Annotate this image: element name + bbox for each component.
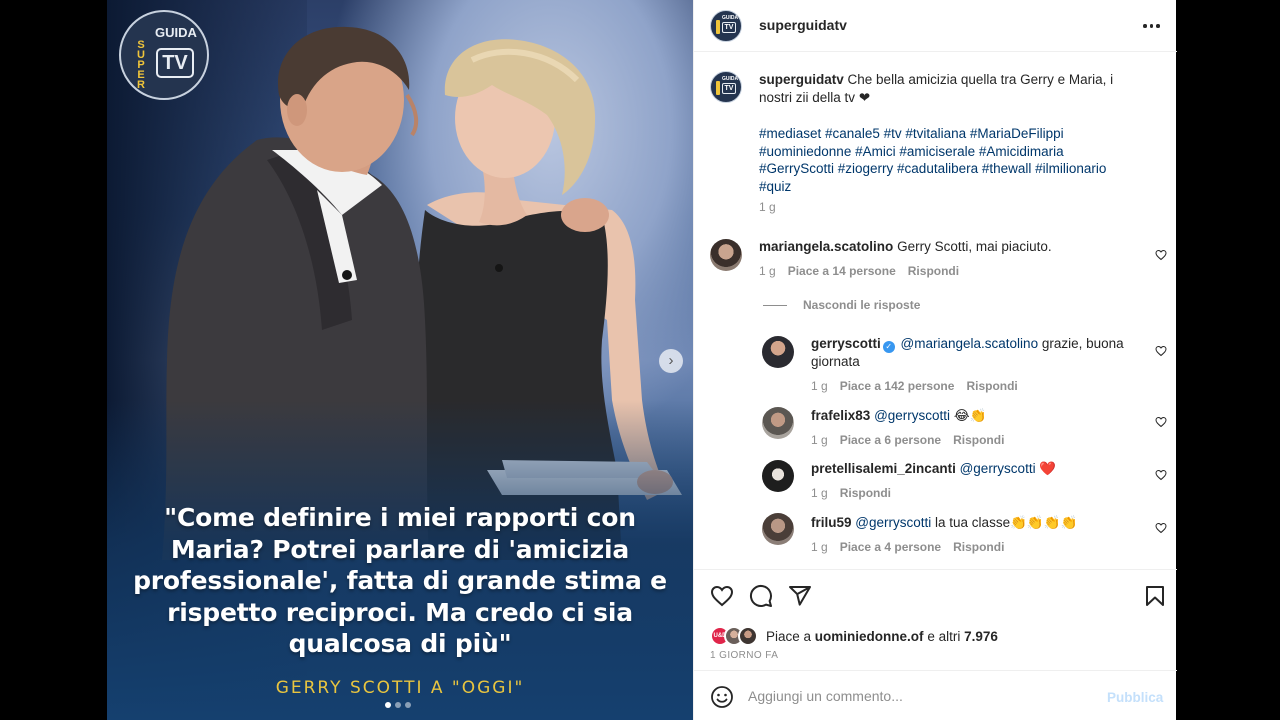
reply-meta: 1 g Rispondi bbox=[811, 486, 892, 500]
reply-button[interactable]: Rispondi bbox=[953, 540, 1004, 554]
mention[interactable]: @mariangela.scatolino bbox=[901, 336, 1039, 351]
action-bar: U&D Piace a uominiedonne.of e altri 7.97… bbox=[694, 569, 1177, 669]
comment-input[interactable] bbox=[748, 683, 1088, 709]
emoji-icon[interactable] bbox=[710, 685, 734, 709]
mention[interactable]: @gerryscotti bbox=[960, 461, 1036, 476]
reply-text: pretellisalemi_2incanti @gerryscotti ❤️ bbox=[811, 461, 1057, 476]
likes-text: Piace a uominiedonne.of e altri 7.976 bbox=[766, 628, 998, 644]
heart-icon[interactable] bbox=[1155, 249, 1167, 261]
reply-likes[interactable]: Piace a 4 persone bbox=[840, 540, 941, 554]
carousel-dot bbox=[385, 702, 391, 708]
heart-icon[interactable] bbox=[1155, 345, 1167, 357]
comment-text: mariangela.scatolino Gerry Scotti, mai p… bbox=[759, 239, 1052, 254]
post-timestamp: 1 GIORNO FA bbox=[710, 650, 779, 661]
caption-time: 1 g bbox=[759, 200, 776, 214]
comment-meta: 1 g Piace a 14 persone Rispondi bbox=[759, 264, 960, 278]
mention[interactable]: @gerryscotti bbox=[855, 515, 931, 530]
reply-button[interactable]: Rispondi bbox=[840, 486, 891, 500]
reply-username[interactable]: frilu59 bbox=[811, 515, 852, 530]
hide-replies-button[interactable]: Nascondi le risposte bbox=[763, 298, 920, 312]
reply-username[interactable]: frafelix83 bbox=[811, 408, 870, 423]
bookmark-icon[interactable] bbox=[1143, 584, 1167, 608]
post-sidebar: GUIDA TV superguidatv GUIDA TV superguidat… bbox=[693, 0, 1177, 720]
reply-username[interactable]: pretellisalemi_2incanti bbox=[811, 461, 956, 476]
heart-icon[interactable] bbox=[1155, 469, 1167, 481]
avatar[interactable] bbox=[762, 407, 794, 439]
reply-likes[interactable]: Piace a 6 persone bbox=[840, 433, 941, 447]
reply-meta: 1 g Piace a 4 persone Rispondi bbox=[811, 540, 1005, 554]
reply-button[interactable]: Rispondi bbox=[966, 379, 1017, 393]
likes-summary[interactable]: U&D Piace a uominiedonne.of e altri 7.97… bbox=[710, 626, 998, 646]
liker-username[interactable]: uominiedonne.of bbox=[815, 629, 924, 644]
gerry-hand bbox=[561, 198, 609, 232]
more-icon[interactable] bbox=[1143, 24, 1160, 28]
comment-likes[interactable]: Piace a 14 persone bbox=[788, 264, 896, 278]
likes-count[interactable]: 7.976 bbox=[964, 629, 998, 644]
add-comment-bar: Pubblica bbox=[694, 670, 1177, 720]
divider bbox=[763, 304, 787, 306]
avatar[interactable] bbox=[762, 513, 794, 545]
reply-text: frilu59 @gerryscotti la tua classe👏👏👏👏 bbox=[811, 515, 1078, 530]
comment-icon[interactable] bbox=[749, 584, 773, 608]
share-icon[interactable] bbox=[788, 584, 812, 608]
carousel-dot bbox=[405, 702, 411, 708]
publish-button[interactable]: Pubblica bbox=[1107, 690, 1163, 705]
reply-text: gerryscotti ✓ @mariangela.scatolino grazi… bbox=[811, 336, 1124, 369]
avatar[interactable] bbox=[762, 336, 794, 368]
reply-username[interactable]: gerryscotti bbox=[811, 336, 881, 351]
post-header: GUIDA TV superguidatv bbox=[694, 0, 1177, 52]
caption-username[interactable]: superguidatv bbox=[759, 72, 844, 87]
comment-username[interactable]: mariangela.scatolino bbox=[759, 239, 893, 254]
reply-button[interactable]: Rispondi bbox=[908, 264, 959, 278]
verified-icon: ✓ bbox=[882, 341, 895, 353]
comments-section[interactable]: GUIDA TV superguidatv Che bella amicizia … bbox=[694, 53, 1177, 569]
reply-likes[interactable]: Piace a 142 persone bbox=[840, 379, 955, 393]
chevron-right-icon[interactable]: › bbox=[659, 349, 683, 373]
heart-icon[interactable] bbox=[1155, 416, 1167, 428]
quote-author: GERRY SCOTTI A "OGGI" bbox=[275, 678, 525, 698]
superguidatv-logo: SUPER GUIDA TV bbox=[119, 10, 209, 100]
heart-emoji: ❤ bbox=[858, 90, 871, 105]
avatar[interactable] bbox=[762, 460, 794, 492]
avatar bbox=[738, 626, 758, 646]
reply-text: frafelix83 @gerryscotti 😂👏 bbox=[811, 408, 987, 423]
post-media[interactable]: SUPER GUIDA TV › "Come definire i miei r… bbox=[107, 0, 693, 720]
avatar[interactable] bbox=[710, 239, 742, 271]
reply-meta: 1 g Piace a 6 persone Rispondi bbox=[811, 433, 1005, 447]
reply-button[interactable]: Rispondi bbox=[953, 433, 1004, 447]
heart-icon[interactable] bbox=[710, 584, 734, 608]
quote-text: "Come definire i miei rapporti con Maria… bbox=[133, 503, 667, 658]
avatar[interactable]: GUIDA TV bbox=[710, 10, 742, 42]
liker-avatars: U&D bbox=[710, 626, 762, 646]
post-username[interactable]: superguidatv bbox=[759, 17, 847, 33]
hashtags[interactable]: #mediaset #canale5 #tv #tvitaliana #Mari… bbox=[759, 125, 1134, 195]
mention[interactable]: @gerryscotti bbox=[874, 408, 950, 423]
avatar[interactable]: GUIDA TV bbox=[710, 71, 742, 103]
carousel-dot bbox=[395, 702, 401, 708]
post-caption: superguidatv Che bella amicizia quella t… bbox=[759, 71, 1139, 107]
carousel-dots bbox=[385, 702, 411, 708]
heart-icon[interactable] bbox=[1155, 522, 1167, 534]
reply-meta: 1 g Piace a 142 persone Rispondi bbox=[811, 379, 1018, 393]
